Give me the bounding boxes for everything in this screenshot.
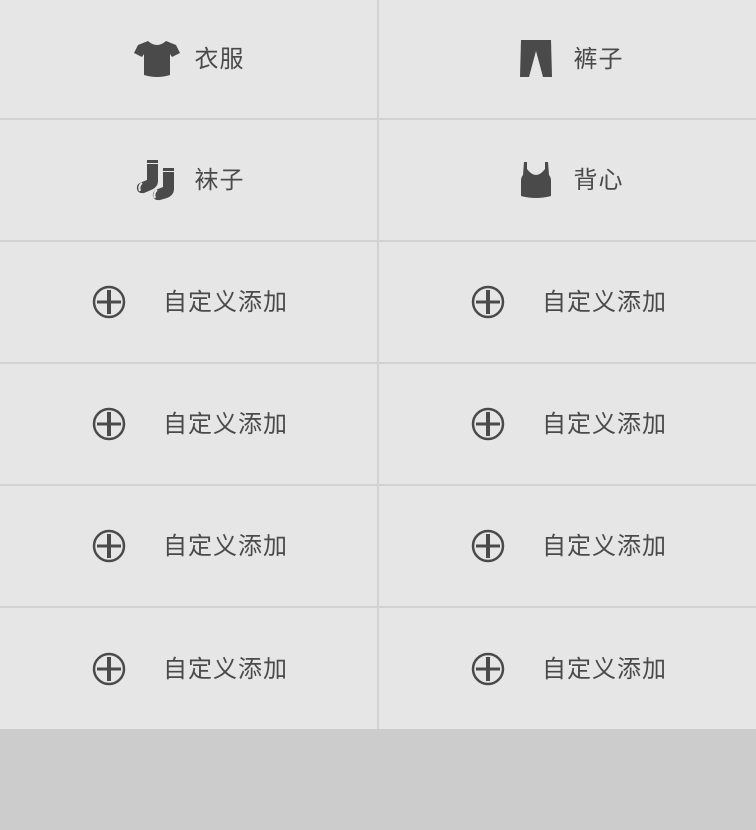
empty-bottom-area	[0, 729, 756, 830]
shirt-icon	[133, 35, 181, 83]
plus-circle-icon	[468, 649, 508, 689]
plus-circle-icon	[468, 404, 508, 444]
socks-icon	[133, 156, 181, 204]
custom-add-label: 自定义添加	[163, 288, 288, 316]
vest-icon	[512, 156, 560, 204]
plus-circle-icon	[89, 649, 129, 689]
category-grid: 衣服 裤子 袜子 背心 自定义添加 自定义添加 自定义添加 自定义添加 自定义添…	[0, 0, 756, 729]
custom-add-label: 自定义添加	[163, 654, 288, 683]
category-cell-clothes[interactable]: 衣服	[0, 0, 377, 120]
plus-circle-icon	[89, 282, 129, 322]
custom-add-cell[interactable]: 自定义添加	[379, 242, 756, 364]
category-cell-socks[interactable]: 袜子	[0, 120, 377, 242]
plus-circle-icon	[468, 526, 508, 566]
custom-add-cell[interactable]: 自定义添加	[0, 364, 377, 486]
custom-add-cell[interactable]: 自定义添加	[0, 608, 377, 729]
custom-add-cell[interactable]: 自定义添加	[0, 486, 377, 608]
custom-add-cell[interactable]: 自定义添加	[379, 486, 756, 608]
plus-circle-icon	[468, 282, 508, 322]
custom-add-label: 自定义添加	[542, 532, 667, 560]
custom-add-cell[interactable]: 自定义添加	[379, 364, 756, 486]
custom-add-label: 自定义添加	[163, 410, 288, 438]
custom-add-label: 自定义添加	[163, 532, 288, 560]
pants-icon	[512, 35, 560, 83]
category-cell-vest[interactable]: 背心	[379, 120, 756, 242]
category-cell-pants[interactable]: 裤子	[379, 0, 756, 120]
custom-add-cell[interactable]: 自定义添加	[379, 608, 756, 729]
custom-add-label: 自定义添加	[542, 654, 667, 683]
plus-circle-icon	[89, 526, 129, 566]
custom-add-label: 自定义添加	[542, 288, 667, 316]
custom-add-cell[interactable]: 自定义添加	[0, 242, 377, 364]
category-label-socks: 袜子	[194, 166, 245, 194]
custom-add-label: 自定义添加	[542, 410, 667, 438]
category-label-clothes: 衣服	[194, 45, 245, 73]
category-label-pants: 裤子	[573, 45, 624, 73]
plus-circle-icon	[89, 404, 129, 444]
category-label-vest: 背心	[573, 166, 624, 194]
